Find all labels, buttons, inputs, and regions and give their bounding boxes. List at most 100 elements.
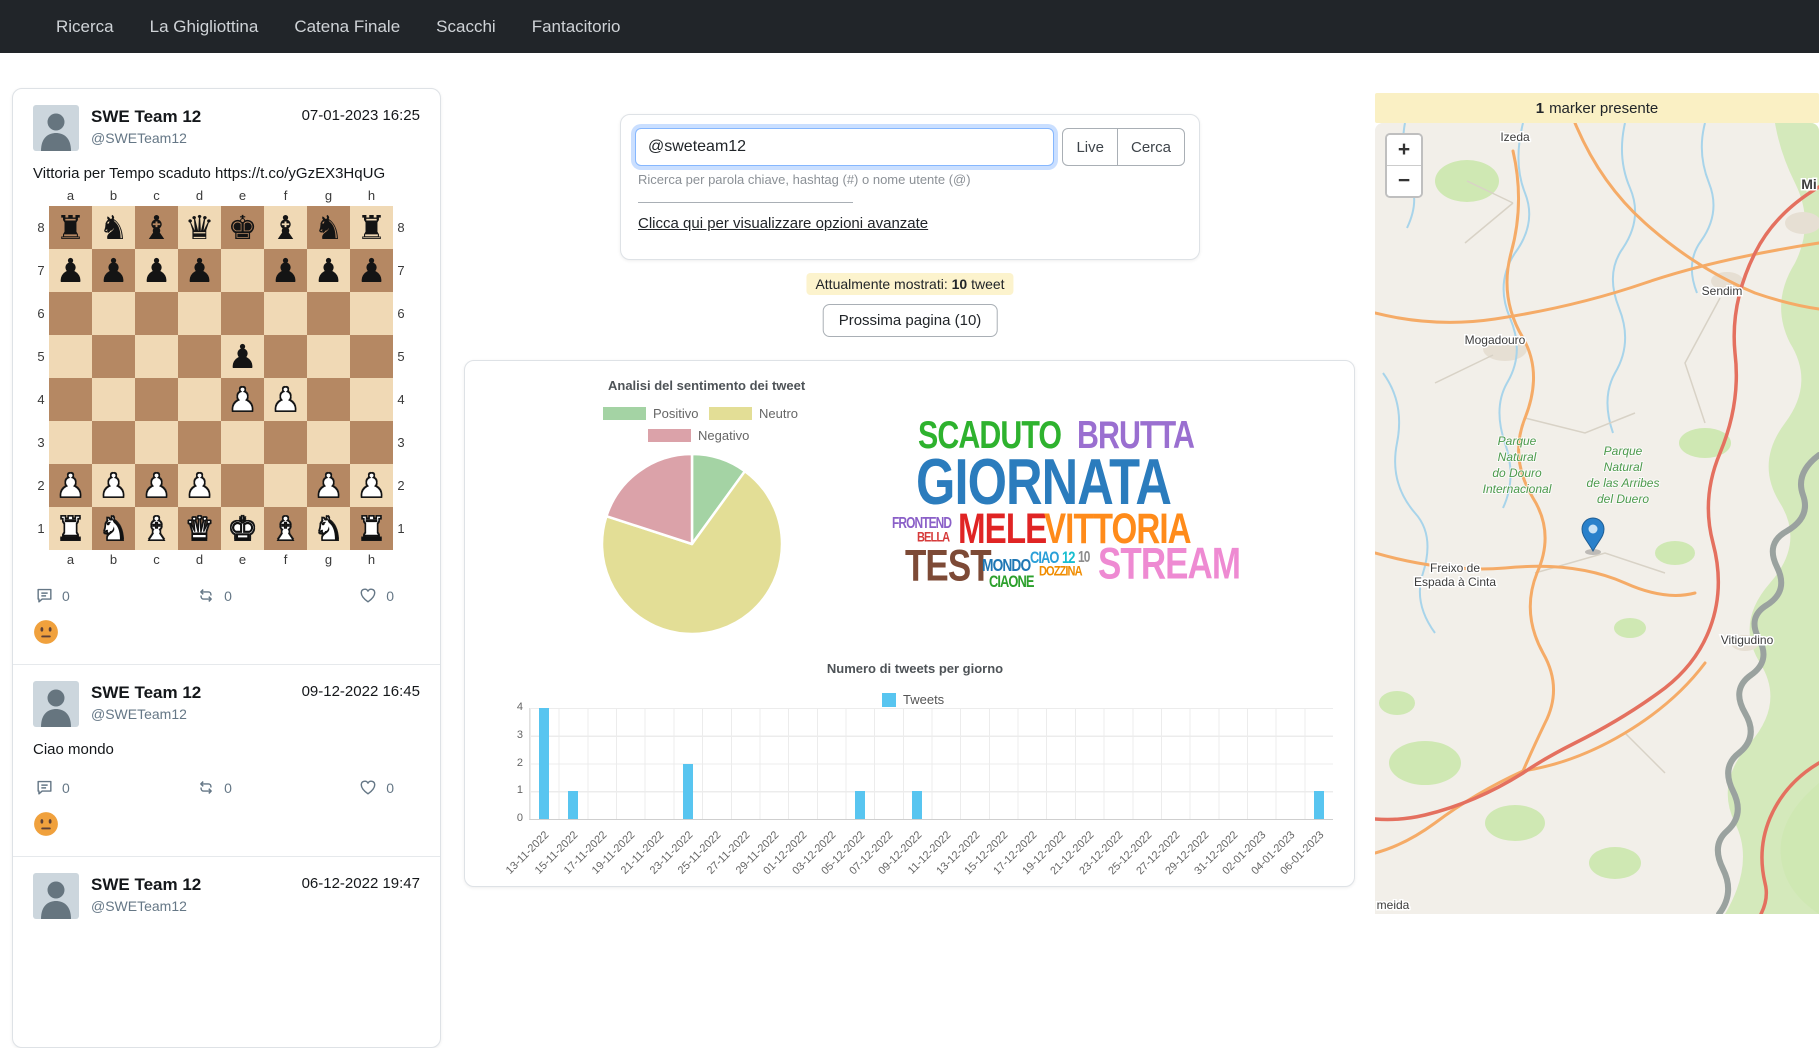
- advanced-options-link[interactable]: Clicca qui per visualizzare opzioni avan…: [638, 215, 928, 232]
- search-button[interactable]: Cerca: [1117, 128, 1185, 166]
- rank-label: 8: [393, 206, 409, 249]
- chess-square: [49, 378, 92, 421]
- chess-square: [307, 335, 350, 378]
- chess-square: [307, 292, 350, 335]
- chess-square: ♜: [49, 206, 92, 249]
- legend-item-positivo[interactable]: Positivo: [603, 406, 699, 421]
- chess-piece: ♟: [135, 249, 178, 292]
- chess-square: [264, 464, 307, 507]
- wordcloud-word: GIORNATA: [916, 451, 1171, 513]
- neutral-face-emoji: [33, 811, 59, 837]
- like-button[interactable]: 0: [358, 586, 394, 605]
- tweet-timestamp: 09-12-2022 16:45: [302, 683, 420, 700]
- sentiment-chart-title: Analisi del sentimento dei tweet: [608, 378, 805, 393]
- y-tick-label: 3: [503, 729, 523, 741]
- chess-square: [49, 421, 92, 464]
- chess-piece: ♚: [221, 507, 264, 550]
- y-tick-label: 4: [503, 701, 523, 713]
- legend-label: Negativo: [698, 428, 749, 443]
- reply-button[interactable]: 0: [35, 778, 70, 797]
- map-zoom-control: + −: [1385, 133, 1423, 198]
- tweets-per-day-chart: [529, 708, 1333, 820]
- search-button-group: Live Cerca: [1062, 128, 1185, 166]
- retweet-icon: [196, 586, 216, 605]
- chess-piece: ♟: [49, 249, 92, 292]
- retweet-button[interactable]: 0: [196, 586, 232, 605]
- tweet-card: SWE Team 12 @SWETeam12 09-12-2022 16:45 …: [13, 664, 440, 856]
- chess-square: ♟: [264, 249, 307, 292]
- file-label: a: [49, 550, 92, 570]
- rank-label: 2: [33, 464, 49, 507]
- bar: [539, 708, 549, 819]
- bar: [912, 791, 922, 819]
- wordcloud-word: SCADUTO: [918, 416, 1061, 453]
- bar-chart-legend[interactable]: Tweets: [882, 692, 944, 707]
- tweet-text: Vittoria per Tempo scaduto https://t.co/…: [33, 165, 420, 182]
- chess-piece: ♜: [350, 507, 393, 550]
- nav-item-catena-finale[interactable]: Catena Finale: [280, 17, 414, 37]
- chess-square: ♟: [221, 335, 264, 378]
- chess-square: [350, 378, 393, 421]
- map-label: Espada à Cinta: [1414, 575, 1496, 589]
- results-count-value: 10: [952, 276, 968, 292]
- results-count-badge: Attualmente mostrati: 10 tweet: [806, 273, 1013, 295]
- rank-label: 8: [33, 206, 49, 249]
- search-card: Live Cerca Ricerca per parola chiave, ha…: [620, 114, 1200, 260]
- like-button[interactable]: 0: [358, 778, 394, 797]
- chess-piece: ♟: [49, 464, 92, 507]
- file-label: c: [135, 550, 178, 570]
- file-label: c: [135, 186, 178, 206]
- tweet-author: SWE Team 12: [91, 107, 201, 127]
- analytics-card: Analisi del sentimento dei tweet Positiv…: [464, 360, 1355, 887]
- chess-piece: ♟: [92, 464, 135, 507]
- map-canvas[interactable]: + −: [1375, 123, 1819, 914]
- nav-item-ricerca[interactable]: Ricerca: [42, 17, 128, 37]
- map-label: Vitigudino: [1721, 633, 1774, 647]
- rank-label: 6: [33, 292, 49, 335]
- nav-item-la-ghigliottina[interactable]: La Ghigliottina: [136, 17, 273, 37]
- zoom-out-button[interactable]: −: [1387, 165, 1421, 196]
- zoom-in-button[interactable]: +: [1387, 135, 1421, 165]
- chess-piece: ♟: [307, 249, 350, 292]
- chess-square: ♟: [92, 464, 135, 507]
- chess-square: [264, 335, 307, 378]
- file-label: f: [264, 186, 307, 206]
- wordcloud-word: STREAM: [1098, 543, 1240, 586]
- live-button[interactable]: Live: [1062, 128, 1118, 166]
- reply-button[interactable]: 0: [35, 586, 70, 605]
- nav-item-fantacitorio[interactable]: Fantacitorio: [518, 17, 635, 37]
- chess-square: [135, 292, 178, 335]
- chess-piece: ♞: [307, 507, 350, 550]
- chess-square: ♟: [178, 249, 221, 292]
- chess-square: ♚: [221, 206, 264, 249]
- legend-swatch: [709, 407, 752, 420]
- chess-piece: ♟: [264, 249, 307, 292]
- avatar: [33, 105, 79, 151]
- map-label: meida: [1377, 898, 1410, 912]
- chess-square: [264, 292, 307, 335]
- chess-square: ♜: [49, 507, 92, 550]
- bar: [1314, 791, 1324, 819]
- map-label: Mi: [1801, 176, 1817, 192]
- legend-swatch: [648, 429, 691, 442]
- chess-square: [350, 421, 393, 464]
- next-page-button[interactable]: Prossima pagina (10): [823, 304, 998, 337]
- y-tick-label: 0: [503, 812, 523, 824]
- map-label: Sendim: [1702, 284, 1743, 298]
- nav-item-scacchi[interactable]: Scacchi: [422, 17, 510, 37]
- map-label: Freixo de: [1430, 561, 1480, 575]
- map-label: Mogadouro: [1465, 333, 1526, 347]
- legend-item-neutro[interactable]: Neutro: [709, 406, 798, 421]
- retweet-button[interactable]: 0: [196, 778, 232, 797]
- chess-square: [350, 292, 393, 335]
- chess-square: ♝: [135, 507, 178, 550]
- chess-square: [92, 421, 135, 464]
- top-navbar: Ricerca La Ghigliottina Catena Finale Sc…: [0, 0, 1819, 53]
- search-input[interactable]: [635, 128, 1054, 166]
- chess-piece: ♟: [221, 378, 264, 421]
- legend-item-negativo[interactable]: Negativo: [648, 428, 749, 443]
- tweet-text: Ciao mondo: [33, 741, 420, 758]
- chess-square: ♟: [135, 249, 178, 292]
- chess-square: ♛: [178, 507, 221, 550]
- tweet-card: SWE Team 12 @SWETeam12 07-01-2023 16:25 …: [13, 89, 440, 664]
